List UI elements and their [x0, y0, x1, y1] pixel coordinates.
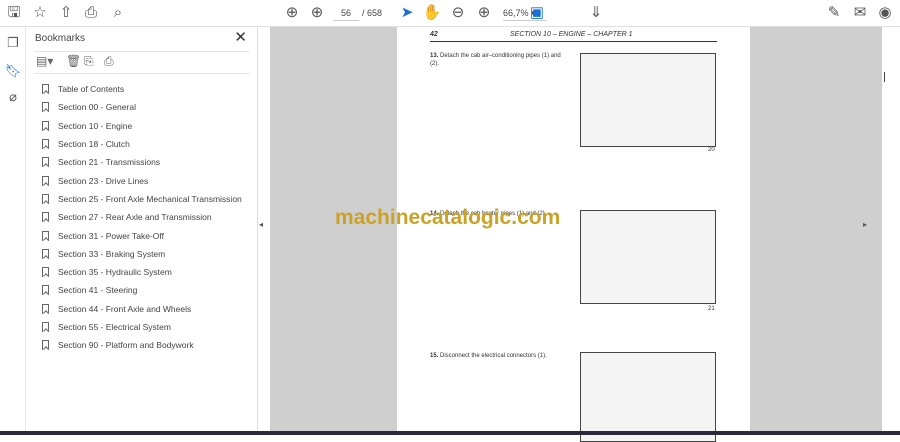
- zoom-out-icon[interactable]: ⊖: [448, 4, 468, 22]
- new-bookmark-icon[interactable]: ⎘: [84, 54, 94, 69]
- print-icon[interactable]: ⎙: [81, 4, 101, 22]
- bookmark-icon: [42, 340, 49, 351]
- zoom-value: 66,7%: [503, 8, 529, 18]
- watermark: machinecatalogic.com: [335, 206, 561, 229]
- bookmark-item[interactable]: Table of Contents: [42, 80, 242, 98]
- step-number: 13.: [430, 53, 439, 59]
- sign-icon[interactable]: ✎: [824, 4, 844, 22]
- bookmark-label: Section 00 - General: [58, 102, 136, 113]
- bookmarks-panel: Bookmarks ✕ ▤▾ 🗑︎ ⎘ ⎙ Table of Contents S…: [26, 27, 258, 431]
- star-icon[interactable]: ☆: [30, 4, 50, 22]
- bookmark-search-icon[interactable]: ⎙: [104, 54, 114, 69]
- bookmark-item[interactable]: Section 44 - Front Axle and Wheels: [42, 300, 242, 318]
- divider: [34, 73, 249, 74]
- bookmark-label: Section 18 - Clutch: [58, 139, 130, 150]
- page-number: 42: [430, 31, 438, 38]
- bookmark-item[interactable]: Section 31 - Power Take-Off: [42, 226, 242, 244]
- bookmark-icon: [42, 102, 49, 113]
- bookmark-label: Section 10 - Engine: [58, 120, 133, 131]
- bookmark-item[interactable]: Section 41 - Steering: [42, 281, 242, 299]
- search-icon[interactable]: ⌕: [108, 4, 128, 22]
- options-menu-icon[interactable]: ▤▾: [36, 54, 53, 68]
- delete-icon[interactable]: 🗑︎: [66, 54, 81, 68]
- collapse-panel-icon[interactable]: ◂: [259, 220, 263, 229]
- figure-21: [580, 210, 716, 304]
- bookmark-label: Section 33 - Braking System: [58, 248, 166, 259]
- bookmark-icon: [42, 175, 49, 186]
- toolbar: 🖫 ☆ ⇧ ⎙ ⌕ ⊕ ⊕ 56 / 658 ➤ ✋ ⊖ ⊕ 66,7% ▾ ▣…: [0, 0, 900, 27]
- right-panel: [882, 27, 900, 431]
- scrollbar-thumb[interactable]: [884, 72, 885, 82]
- figure-number: 21: [708, 306, 715, 312]
- account-icon[interactable]: ◉: [875, 4, 895, 22]
- bookmark-icon: [42, 285, 49, 296]
- bookmark-label: Section 25 - Front Axle Mechanical Trans…: [58, 193, 242, 204]
- panel-title: Bookmarks: [35, 33, 86, 44]
- bookmark-label: Section 90 - Platform and Bodywork: [58, 340, 194, 351]
- bookmark-item[interactable]: Section 18 - Clutch: [42, 135, 242, 153]
- total-pages: / 658: [362, 8, 383, 18]
- left-rail: ❐ 🔖︎ ⌀: [0, 27, 26, 431]
- bookmark-item[interactable]: Section 35 - Hydraulic System: [42, 263, 242, 281]
- step-text: Disconnect the electrical connectors (1)…: [440, 353, 547, 359]
- previous-page-icon[interactable]: ⊕: [282, 4, 302, 22]
- bookmark-item[interactable]: Section 33 - Braking System: [42, 245, 242, 263]
- bookmark-label: Section 44 - Front Axle and Wheels: [58, 303, 192, 314]
- bookmark-item[interactable]: Section 23 - Drive Lines: [42, 171, 242, 189]
- step-13: 13. Detach the cab air–conditioning pipe…: [430, 52, 570, 68]
- upload-icon[interactable]: ⇧: [56, 4, 76, 22]
- hand-icon[interactable]: ✋: [422, 4, 442, 22]
- zoom-in-icon[interactable]: ⊕: [474, 4, 494, 22]
- bookmark-item[interactable]: Section 27 - Rear Axle and Transmission: [42, 208, 242, 226]
- expand-right-panel-icon[interactable]: ▸: [863, 220, 867, 229]
- bookmark-list: Table of Contents Section 00 - General Sec…: [42, 80, 242, 354]
- bookmark-label: Section 55 - Electrical System: [58, 322, 171, 332]
- bookmark-label: Section 41 - Steering: [58, 285, 138, 296]
- bookmark-label: Section 31 - Power Take-Off: [58, 230, 164, 241]
- bookmark-label: Section 21 - Transmissions: [58, 157, 161, 168]
- bookmark-icon: [42, 322, 49, 332]
- figure-22: [580, 352, 716, 442]
- bookmark-icon: [42, 248, 49, 259]
- bookmark-item[interactable]: Section 90 - Platform and Bodywork: [42, 336, 242, 354]
- save-icon[interactable]: 🖫: [4, 4, 24, 22]
- bookmark-icon: [42, 193, 49, 204]
- bookmark-label: Section 27 - Rear Axle and Transmission: [58, 212, 212, 223]
- close-icon[interactable]: ✕: [234, 28, 247, 46]
- bookmark-item[interactable]: Section 21 - Transmissions: [42, 153, 242, 171]
- bookmark-item[interactable]: Section 25 - Front Axle Mechanical Trans…: [42, 190, 242, 208]
- figure-20: [580, 53, 716, 147]
- bookmark-icon: [42, 212, 49, 223]
- scroll-mode-icon[interactable]: ⇓: [586, 4, 606, 22]
- bookmark-icon: [42, 230, 49, 241]
- figure-number: 20: [708, 147, 715, 153]
- next-page-icon[interactable]: ⊕: [307, 4, 327, 22]
- bookmark-icon: [42, 84, 49, 95]
- email-icon[interactable]: ✉: [850, 4, 870, 22]
- bookmark-label: Section 23 - Drive Lines: [58, 175, 149, 186]
- attachment-icon[interactable]: ⌀: [4, 89, 22, 107]
- section-title: SECTION 10 – ENGINE – CHAPTER 1: [510, 31, 633, 38]
- bookmark-item[interactable]: Section 00 - General: [42, 98, 242, 116]
- select-cursor-icon[interactable]: ➤: [397, 4, 417, 22]
- pages-icon[interactable]: ❐: [4, 35, 22, 53]
- bookmark-icon: [42, 157, 49, 168]
- bookmark-icon: [42, 267, 49, 278]
- bookmark-label: Table of Contents: [58, 84, 125, 95]
- bookmark-item[interactable]: Section 55 - Electrical System: [42, 318, 242, 336]
- bookmark-panel-icon[interactable]: 🔖︎: [4, 63, 22, 81]
- fit-page-icon[interactable]: ▣: [527, 4, 547, 22]
- step-text: Detach the cab air–conditioning pipes (1…: [430, 53, 561, 67]
- bookmark-icon: [42, 303, 49, 314]
- bookmark-icon: [42, 139, 49, 150]
- page-number-input[interactable]: 56: [333, 5, 359, 21]
- divider: [34, 51, 249, 52]
- bookmark-icon: [42, 120, 49, 131]
- bookmark-label: Section 35 - Hydraulic System: [58, 267, 172, 278]
- bookmark-item[interactable]: Section 10 - Engine: [42, 117, 242, 135]
- page-header: 42 SECTION 10 – ENGINE – CHAPTER 1: [430, 31, 717, 42]
- step-15: 15. Disconnect the electrical connectors…: [430, 352, 570, 360]
- taskbar-strip: [0, 431, 900, 435]
- step-number: 15.: [430, 353, 439, 359]
